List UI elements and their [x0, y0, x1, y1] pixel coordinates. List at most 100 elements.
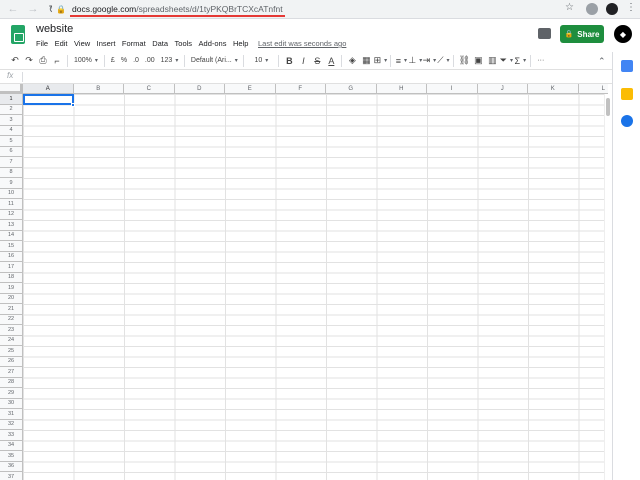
column-header-i[interactable]: I: [427, 84, 478, 94]
row-header-30[interactable]: 30: [0, 398, 23, 409]
active-cell-a1[interactable]: [23, 94, 74, 105]
sheets-logo-icon[interactable]: [11, 25, 25, 44]
bold-button[interactable]: B: [282, 54, 296, 68]
browser-menu-icon[interactable]: ⋮: [626, 2, 636, 13]
fill-handle[interactable]: [71, 103, 75, 107]
address-bar[interactable]: 🔒 docs.google.com/spreadsheets/d/1tyPKQB…: [52, 2, 580, 17]
italic-button[interactable]: I: [296, 54, 310, 68]
row-header-36[interactable]: 36: [0, 461, 23, 472]
row-header-37[interactable]: 37: [0, 472, 23, 480]
increase-decimal-button[interactable]: .00: [142, 54, 158, 68]
menu-view[interactable]: View: [74, 39, 90, 48]
row-header-11[interactable]: 11: [0, 199, 23, 210]
row-header-10[interactable]: 10: [0, 188, 23, 199]
strikethrough-button[interactable]: S: [310, 54, 324, 68]
tasks-icon[interactable]: [621, 115, 633, 127]
row-header-25[interactable]: 25: [0, 346, 23, 357]
column-header-a[interactable]: A: [23, 84, 74, 94]
avatar[interactable]: ◆: [614, 25, 632, 43]
row-header-31[interactable]: 31: [0, 409, 23, 420]
column-header-e[interactable]: E: [225, 84, 276, 94]
menu-data[interactable]: Data: [152, 39, 168, 48]
row-header-21[interactable]: 21: [0, 304, 23, 315]
bookmark-star-icon[interactable]: ☆: [565, 2, 574, 13]
row-header-9[interactable]: 9: [0, 178, 23, 189]
borders-icon[interactable]: ▦: [359, 54, 373, 68]
row-header-13[interactable]: 13: [0, 220, 23, 231]
row-header-26[interactable]: 26: [0, 356, 23, 367]
undo-icon[interactable]: ↶: [8, 54, 22, 68]
paint-format-icon[interactable]: ⌐: [50, 54, 64, 68]
row-header-34[interactable]: 34: [0, 440, 23, 451]
font-size-select[interactable]: 10: [247, 54, 275, 68]
row-header-5[interactable]: 5: [0, 136, 23, 147]
column-header-h[interactable]: H: [376, 84, 427, 94]
vertical-scrollbar[interactable]: [604, 94, 610, 480]
column-header-f[interactable]: F: [275, 84, 326, 94]
row-header-24[interactable]: 24: [0, 335, 23, 346]
row-header-28[interactable]: 28: [0, 377, 23, 388]
row-header-27[interactable]: 27: [0, 367, 23, 378]
calendar-icon[interactable]: [621, 60, 633, 72]
menu-file[interactable]: File: [36, 39, 48, 48]
row-header-15[interactable]: 15: [0, 241, 23, 252]
cell-area[interactable]: [23, 94, 608, 480]
row-header-35[interactable]: 35: [0, 451, 23, 462]
functions-icon[interactable]: Σ: [513, 54, 527, 68]
column-header-c[interactable]: C: [124, 84, 175, 94]
column-header-k[interactable]: K: [528, 84, 579, 94]
row-header-18[interactable]: 18: [0, 272, 23, 283]
filter-icon[interactable]: ⏷: [499, 54, 513, 68]
row-header-19[interactable]: 19: [0, 283, 23, 294]
row-header-32[interactable]: 32: [0, 419, 23, 430]
document-title[interactable]: website: [36, 23, 73, 35]
column-header-b[interactable]: B: [73, 84, 124, 94]
fill-color-icon[interactable]: ◈: [345, 54, 359, 68]
url-text[interactable]: docs.google.com/spreadsheets/d/1tyPKQBrT…: [70, 4, 285, 17]
share-button[interactable]: 🔒 Share: [560, 25, 604, 43]
text-wrap-icon[interactable]: ⇥: [422, 54, 436, 68]
row-header-23[interactable]: 23: [0, 325, 23, 336]
row-header-14[interactable]: 14: [0, 230, 23, 241]
insert-link-icon[interactable]: ⛓: [457, 54, 471, 68]
horizontal-align-icon[interactable]: ≡: [394, 54, 408, 68]
print-icon[interactable]: ⎙: [36, 54, 50, 68]
row-header-3[interactable]: 3: [0, 115, 23, 126]
percent-format-button[interactable]: %: [118, 54, 130, 68]
collapse-toolbar-icon[interactable]: ⌃: [598, 56, 606, 67]
more-toolbar-button[interactable]: ···: [534, 54, 547, 68]
row-header-22[interactable]: 22: [0, 314, 23, 325]
menu-addons[interactable]: Add-ons: [199, 39, 227, 48]
column-header-j[interactable]: J: [477, 84, 528, 94]
extension-icon[interactable]: [586, 3, 598, 15]
menu-format[interactable]: Format: [122, 39, 146, 48]
zoom-select[interactable]: 100%: [71, 54, 101, 68]
spreadsheet-grid[interactable]: ABCDEFGHIJKL 1 2 3 4 5 6 7 8 9 10 11 12 13 14 15 16 17 18…: [0, 84, 608, 480]
insert-comment-icon[interactable]: ▣: [471, 54, 485, 68]
profile-icon[interactable]: [606, 3, 618, 15]
column-header-l[interactable]: L: [578, 84, 608, 94]
merge-cells-icon[interactable]: ⊞: [373, 54, 387, 68]
currency-format-button[interactable]: £: [108, 54, 118, 68]
row-header-2[interactable]: 2: [0, 104, 23, 115]
menu-help[interactable]: Help: [233, 39, 248, 48]
row-header-12[interactable]: 12: [0, 209, 23, 220]
menu-insert[interactable]: Insert: [97, 39, 116, 48]
last-edit-link[interactable]: Last edit was seconds ago: [258, 39, 346, 48]
column-header-g[interactable]: G: [326, 84, 377, 94]
menu-edit[interactable]: Edit: [55, 39, 68, 48]
vertical-align-icon[interactable]: ⊥: [408, 54, 422, 68]
row-header-16[interactable]: 16: [0, 251, 23, 262]
redo-icon[interactable]: ↷: [22, 54, 36, 68]
row-header-8[interactable]: 8: [0, 167, 23, 178]
row-header-29[interactable]: 29: [0, 388, 23, 399]
formula-bar[interactable]: fx: [0, 70, 640, 84]
row-header-33[interactable]: 33: [0, 430, 23, 441]
row-header-17[interactable]: 17: [0, 262, 23, 273]
text-rotation-icon[interactable]: ⟋: [436, 54, 450, 68]
select-all-corner[interactable]: [0, 84, 23, 94]
font-family-select[interactable]: Default (Ari...: [188, 54, 240, 68]
comment-icon[interactable]: [538, 28, 551, 39]
keep-icon[interactable]: [621, 88, 633, 100]
menu-tools[interactable]: Tools: [175, 39, 193, 48]
